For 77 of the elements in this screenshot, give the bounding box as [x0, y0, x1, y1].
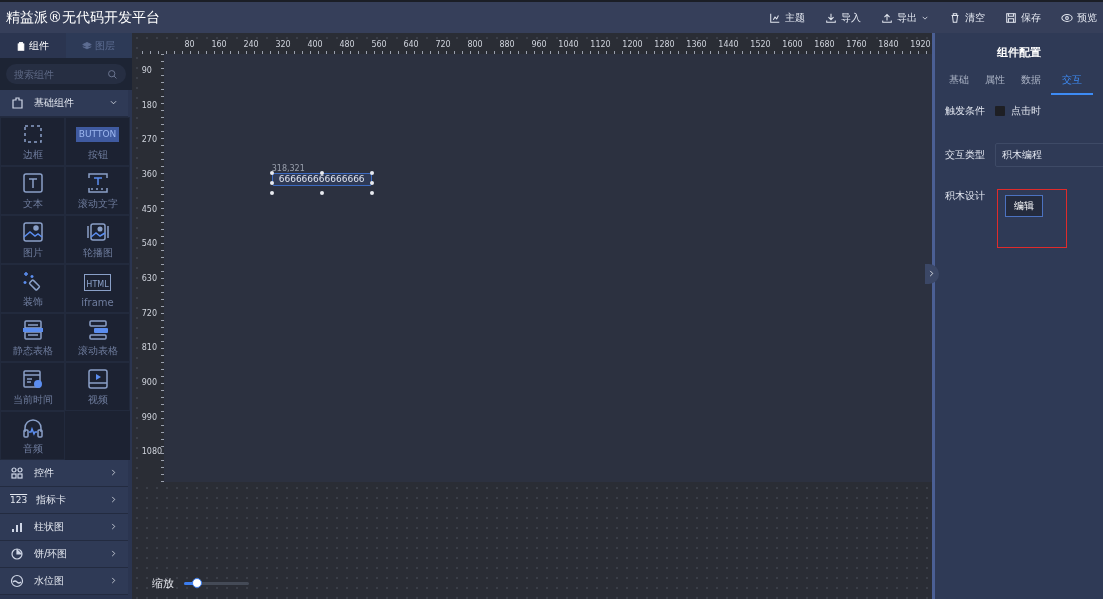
zoom-label: 缩放 [151, 576, 174, 591]
panel-tab[interactable]: 基础 [942, 73, 975, 95]
download-icon [825, 11, 837, 24]
calendar-clock-icon [20, 367, 45, 391]
scroll-text-icon [85, 171, 110, 195]
chevron-right-icon [109, 548, 118, 558]
horizontal-ruler: 80 160 240 320 400 480 560 640 720 800 880 960 1040 1120 1200 1280 1360 1440 1520 1600 1680 1760 1840 1920 [141, 40, 932, 54]
toolbar-button[interactable]: 主题 [769, 10, 805, 25]
app-title: 精益派®无代码开发平台 [6, 8, 161, 27]
component-tile[interactable]: BUTTON 按钮 [65, 117, 130, 166]
trash-icon [949, 11, 961, 24]
component-tile[interactable]: 轮播图 [65, 215, 130, 264]
component-tile[interactable]: 边框 [0, 117, 65, 166]
coordinate-label: 318,321 [271, 164, 305, 173]
upload-icon [881, 11, 893, 24]
slider-thumb[interactable] [191, 578, 202, 588]
panel-tab[interactable]: 数据 [1014, 73, 1047, 95]
eye-icon [1061, 11, 1073, 24]
toolbar-button[interactable]: 保存 [1005, 10, 1041, 25]
panel-tab[interactable]: 交互 [1050, 73, 1093, 95]
chevron-right-icon [927, 268, 937, 278]
component-tile[interactable]: 文本 [0, 166, 65, 215]
puzzle-icon [10, 96, 24, 110]
component-tile[interactable]: 视频 [65, 362, 130, 411]
field-label: 交互类型 [944, 148, 985, 162]
toolbar-button[interactable]: 预览 [1061, 10, 1097, 25]
text-element[interactable]: 666666666666666 [271, 173, 372, 186]
group-header[interactable]: 基础组件 [0, 90, 128, 117]
chevron-right-icon [109, 494, 118, 504]
video-icon [85, 367, 110, 391]
toolbar-button[interactable]: 导出 [881, 10, 929, 25]
group-header[interactable]: 柱状图 [0, 514, 128, 541]
component-tile[interactable]: 静态表格 [0, 313, 65, 362]
panel-title: 组件配置 [995, 45, 1042, 60]
save-icon [1005, 11, 1017, 24]
checkbox[interactable] [994, 106, 1005, 116]
resize-handles[interactable] [269, 171, 374, 195]
clipboard-icon [16, 40, 27, 51]
edit-button[interactable]: 编辑 [1004, 195, 1043, 217]
component-tile[interactable]: 滚动表格 [65, 313, 130, 362]
gauge-icon [10, 574, 24, 588]
group-header[interactable]: 水位图 [0, 568, 128, 595]
button-icon: BUTTON [75, 126, 120, 142]
bar-chart-icon [10, 520, 24, 534]
html-icon: HTML [84, 274, 111, 291]
toolbar-button[interactable]: 导入 [825, 10, 861, 25]
panel-tab[interactable]: 属性 [978, 73, 1011, 95]
table-icon [20, 318, 45, 342]
group-header[interactable]: 饼/环图 [0, 541, 128, 568]
component-tile[interactable]: 音频 [0, 411, 65, 460]
image-icon [20, 220, 45, 244]
select-field[interactable]: 积木编程 [994, 143, 1103, 167]
carousel-icon [85, 220, 110, 244]
layers-icon [82, 40, 93, 51]
component-tile[interactable]: HTML iframe [65, 264, 130, 313]
component-tile[interactable]: 图片 [0, 215, 65, 264]
group-header[interactable]: 123 指标卡 [0, 487, 128, 514]
headphones-icon [20, 416, 45, 440]
field-label: 触发条件 [944, 104, 985, 118]
chevron-right-icon [109, 467, 118, 477]
search-icon [106, 69, 118, 80]
search-field[interactable]: 搜索组件 [6, 64, 126, 84]
component-tile[interactable]: 滚动文字 [65, 166, 130, 215]
component-tile[interactable]: 当前时间 [0, 362, 65, 411]
chevron-right-icon [109, 575, 118, 585]
metric-icon: 123 [10, 495, 26, 505]
group-header[interactable]: 控件 [0, 460, 128, 487]
pie-chart-icon [10, 547, 24, 561]
toolbar-button[interactable]: 清空 [949, 10, 985, 25]
text-icon [20, 171, 45, 195]
chevron-right-icon [109, 521, 118, 531]
chart-icon [769, 11, 781, 24]
field-label: 积木设计 [944, 189, 985, 203]
component-tile[interactable]: 装饰 [0, 264, 65, 313]
vertical-ruler: 90 180 270 360 450 540 630 720 810 900 990 1080 [141, 54, 164, 482]
checkbox-label: 点击时 [1010, 104, 1041, 118]
controls-icon [10, 466, 24, 480]
